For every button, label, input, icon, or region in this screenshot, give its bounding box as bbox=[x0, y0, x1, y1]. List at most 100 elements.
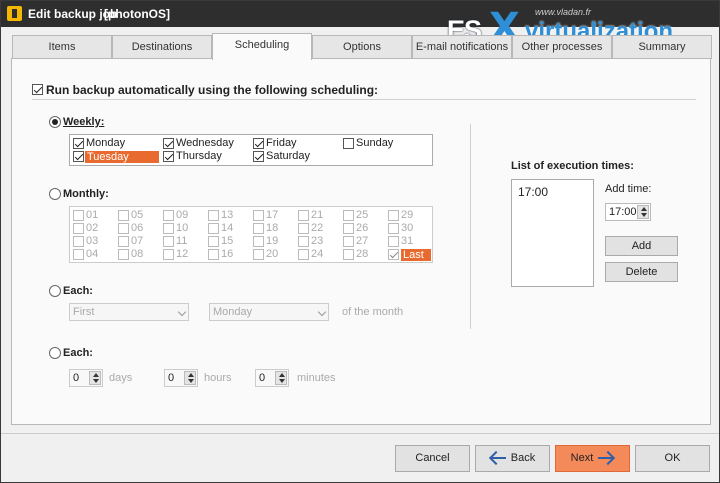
chevron-down-icon bbox=[317, 307, 327, 317]
weekday-monday-label: Monday bbox=[86, 137, 126, 149]
stepper-arrows-icon[interactable] bbox=[637, 205, 649, 219]
tab-bar: Items Destinations Scheduling Options E-… bbox=[12, 33, 712, 60]
days-stepper[interactable]: 0 bbox=[69, 369, 103, 387]
month-day-label: 22 bbox=[311, 222, 324, 234]
tab-scheduling[interactable]: Scheduling bbox=[212, 33, 312, 60]
month-day-checkbox[interactable] bbox=[118, 210, 129, 221]
month-day-checkbox[interactable] bbox=[163, 236, 174, 247]
month-day-checkbox[interactable] bbox=[253, 249, 264, 260]
month-day-label: 18 bbox=[266, 222, 279, 234]
month-day-checkbox[interactable] bbox=[343, 236, 354, 247]
minutes-stepper[interactable]: 0 bbox=[255, 369, 289, 387]
weekday-sunday-label: Sunday bbox=[356, 137, 394, 149]
ordinal-select[interactable]: First bbox=[69, 303, 189, 321]
weekday-monday-checkbox[interactable] bbox=[73, 138, 84, 149]
ok-button[interactable]: OK bbox=[635, 445, 710, 472]
hours-stepper[interactable]: 0 bbox=[164, 369, 198, 387]
stepper-arrows-icon[interactable] bbox=[184, 371, 196, 385]
month-day-checkbox[interactable] bbox=[253, 210, 264, 221]
arrow-right-icon bbox=[596, 452, 614, 464]
month-day-checkbox[interactable] bbox=[208, 236, 219, 247]
month-day-checkbox[interactable] bbox=[343, 210, 354, 221]
monthly-days-box: 01 02 03 04 05 06 07 08 09 10 11 12 13 14 15 16 17 18 19 20… bbox=[69, 206, 433, 263]
edit-backup-job-window: Edit backup job [photonOS] ES X www.vlad… bbox=[0, 0, 720, 483]
tab-summary[interactable]: Summary bbox=[612, 35, 712, 59]
each-ordinal-radio[interactable] bbox=[49, 285, 61, 297]
chevron-down-icon bbox=[177, 307, 187, 317]
month-day-label: 23 bbox=[311, 235, 324, 247]
tab-email-notifications[interactable]: E-mail notifications bbox=[412, 35, 512, 59]
month-day-checkbox[interactable] bbox=[388, 223, 399, 234]
month-day-label: 09 bbox=[176, 209, 189, 221]
month-day-checkbox[interactable] bbox=[73, 210, 84, 221]
month-day-checkbox[interactable] bbox=[208, 223, 219, 234]
tab-items[interactable]: Items bbox=[12, 35, 112, 59]
of-the-month-label: of the month bbox=[342, 306, 404, 318]
month-day-label: 21 bbox=[311, 209, 324, 221]
month-day-checkbox[interactable] bbox=[343, 223, 354, 234]
month-day-checkbox[interactable] bbox=[163, 210, 174, 221]
month-day-checkbox[interactable] bbox=[163, 223, 174, 234]
weekday-tuesday-checkbox[interactable] bbox=[73, 151, 84, 162]
tab-destinations[interactable]: Destinations bbox=[112, 35, 212, 59]
month-day-checkbox[interactable] bbox=[118, 236, 129, 247]
weekday-thursday-label: Thursday bbox=[176, 150, 222, 162]
month-day-label: 27 bbox=[356, 235, 369, 247]
month-day-checkbox[interactable] bbox=[208, 210, 219, 221]
month-day-checkbox[interactable] bbox=[298, 223, 309, 234]
tab-options[interactable]: Options bbox=[312, 35, 412, 59]
month-day-label: 03 bbox=[86, 235, 99, 247]
month-day-label: 06 bbox=[131, 222, 144, 234]
month-day-checkbox[interactable] bbox=[253, 236, 264, 247]
execution-times-list[interactable]: 17:00 bbox=[511, 179, 594, 287]
month-day-checkbox[interactable] bbox=[73, 236, 84, 247]
month-day-checkbox[interactable] bbox=[253, 223, 264, 234]
days-value: 0 bbox=[73, 372, 80, 384]
hours-label: hours bbox=[204, 372, 232, 384]
month-day-checkbox[interactable] bbox=[163, 249, 174, 260]
monthly-radio[interactable] bbox=[49, 188, 61, 200]
month-day-checkbox[interactable] bbox=[343, 249, 354, 260]
cancel-button[interactable]: Cancel bbox=[395, 445, 470, 472]
tab-other-processes[interactable]: Other processes bbox=[512, 35, 612, 59]
weekday-saturday-label: Saturday bbox=[266, 150, 311, 162]
stepper-arrows-icon[interactable] bbox=[275, 371, 287, 385]
month-day-label: 04 bbox=[86, 248, 99, 260]
back-button[interactable]: Back bbox=[475, 445, 550, 472]
month-day-label: 16 bbox=[221, 248, 234, 260]
month-day-checkbox[interactable] bbox=[73, 223, 84, 234]
stepper-arrows-icon[interactable] bbox=[89, 371, 101, 385]
weekday-sunday-checkbox[interactable] bbox=[343, 138, 354, 149]
weekday-saturday-checkbox[interactable] bbox=[253, 151, 264, 162]
month-day-checkbox[interactable] bbox=[298, 210, 309, 221]
back-button-label: Back bbox=[510, 452, 536, 464]
weekday-select[interactable]: Monday bbox=[209, 303, 329, 321]
month-day-checkbox[interactable] bbox=[298, 236, 309, 247]
month-day-label: 31 bbox=[401, 235, 414, 247]
month-day-checkbox[interactable] bbox=[118, 249, 129, 260]
month-day-checkbox[interactable] bbox=[208, 249, 219, 260]
month-day-checkbox[interactable] bbox=[388, 236, 399, 247]
weekday-thursday-checkbox[interactable] bbox=[163, 151, 174, 162]
hours-value: 0 bbox=[168, 372, 175, 384]
each-ordinal-label: Each: bbox=[63, 285, 93, 297]
minutes-value: 0 bbox=[259, 372, 266, 384]
add-time-button[interactable]: Add bbox=[605, 236, 678, 256]
weekday-wednesday-checkbox[interactable] bbox=[163, 138, 174, 149]
execution-time-item[interactable]: 17:00 bbox=[518, 185, 548, 199]
month-day-checkbox[interactable] bbox=[298, 249, 309, 260]
each-interval-radio[interactable] bbox=[49, 347, 61, 359]
run-automatically-checkbox[interactable] bbox=[32, 84, 43, 95]
weekly-radio[interactable] bbox=[49, 116, 61, 128]
next-button[interactable]: Next bbox=[555, 445, 630, 472]
month-day-label: 10 bbox=[176, 222, 189, 234]
weekday-friday-checkbox[interactable] bbox=[253, 138, 264, 149]
days-label: days bbox=[109, 372, 133, 384]
month-day-checkbox[interactable] bbox=[73, 249, 84, 260]
month-day-checkbox[interactable] bbox=[388, 210, 399, 221]
monthly-label: Monthly: bbox=[63, 188, 109, 200]
month-day-checkbox[interactable] bbox=[388, 249, 399, 260]
delete-time-button[interactable]: Delete bbox=[605, 262, 678, 282]
add-time-input[interactable]: 17:00 bbox=[605, 203, 651, 221]
month-day-checkbox[interactable] bbox=[118, 223, 129, 234]
